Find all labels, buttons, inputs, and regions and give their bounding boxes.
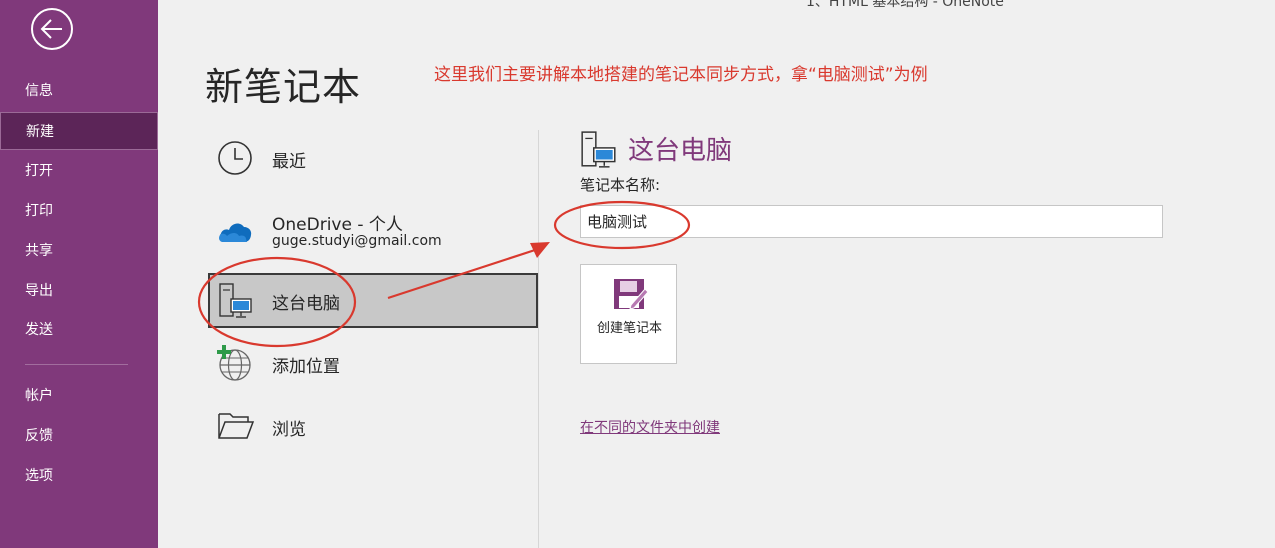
folder-icon — [218, 413, 255, 439]
nav-options[interactable]: 选项 — [0, 457, 158, 495]
location-onedrive-label: OneDrive - 个人 — [272, 215, 403, 235]
notebook-name-input[interactable] — [580, 205, 1163, 238]
computer-icon — [219, 283, 252, 318]
create-in-different-folder-link[interactable]: 在不同的文件夹中创建 — [580, 417, 720, 437]
nav-feedback[interactable]: 反馈 — [0, 417, 158, 455]
annotation-text: 这里我们主要讲解本地搭建的笔记本同步方式，拿“电脑测试”为例 — [434, 65, 928, 85]
computer-icon — [581, 131, 616, 168]
panel-heading: 这台电脑 — [628, 136, 733, 166]
nav-new[interactable]: 新建 — [0, 112, 158, 150]
panel-divider — [538, 130, 539, 548]
location-recent[interactable]: 最近 — [210, 135, 536, 181]
page-title: 新笔记本 — [205, 65, 362, 109]
create-notebook-label: 创建笔记本 — [596, 321, 662, 336]
back-button[interactable] — [31, 8, 73, 50]
nav-info[interactable]: 信息 — [0, 72, 158, 110]
location-this-pc-label: 这台电脑 — [272, 294, 340, 314]
clock-icon — [218, 141, 252, 175]
nav-export[interactable]: 导出 — [0, 272, 158, 310]
notebook-name-label: 笔记本名称: — [580, 176, 661, 194]
onedrive-account-email: guge.studyi@gmail.com — [272, 233, 442, 249]
create-notebook-button[interactable]: 创建笔记本 — [580, 264, 677, 364]
nav-share[interactable]: 共享 — [0, 232, 158, 270]
location-browse-label: 浏览 — [272, 420, 306, 440]
arrow-left-icon — [40, 19, 62, 39]
nav-open[interactable]: 打开 — [0, 152, 158, 190]
nav-divider — [25, 364, 128, 365]
nav-print[interactable]: 打印 — [0, 192, 158, 230]
notebook-create-icon — [614, 279, 648, 310]
globe-add-icon — [217, 345, 251, 381]
location-this-pc[interactable]: 这台电脑 — [210, 275, 536, 326]
location-recent-label: 最近 — [272, 152, 306, 172]
nav-send[interactable]: 发送 — [0, 311, 158, 349]
location-browse[interactable]: 浏览 — [210, 403, 536, 449]
nav-account[interactable]: 帐户 — [0, 377, 158, 415]
location-onedrive[interactable]: OneDrive - 个人 guge.studyi@gmail.com — [210, 205, 536, 257]
location-add-place[interactable]: 添加位置 — [210, 340, 536, 386]
sidebar: 信息 新建 打开 打印 共享 导出 发送 帐户 反馈 选项 — [0, 0, 158, 548]
cloud-icon — [219, 223, 252, 242]
location-add-place-label: 添加位置 — [272, 357, 340, 377]
window-title: 1、HTML 基本结构 - OneNote — [806, 0, 1004, 10]
